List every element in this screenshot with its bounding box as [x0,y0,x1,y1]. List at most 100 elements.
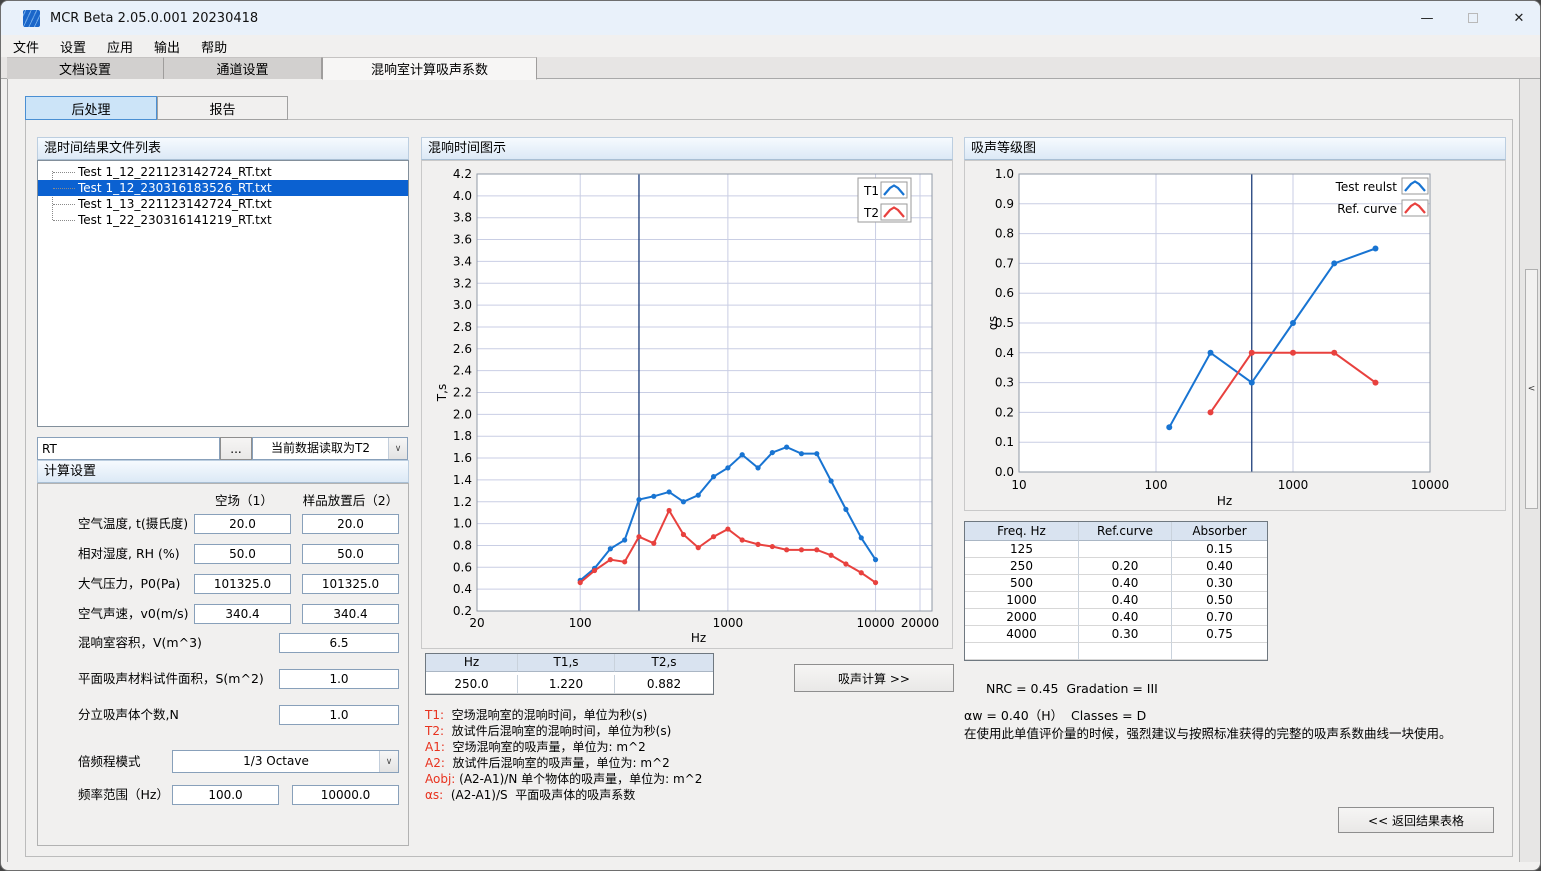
rt-file-list[interactable]: Test 1_12_221123142724_RT.txtTest 1_12_2… [37,160,409,427]
pressure-2-field[interactable] [302,574,399,594]
tab-混响室计算吸声系数[interactable]: 混响室计算吸声系数 [322,57,537,80]
table-row[interactable]: 20000.400.70 [965,609,1267,626]
grade-table[interactable]: Freq. HzRef.curveAbsorber1250.152500.200… [964,521,1268,661]
room-volume-field[interactable] [279,633,399,653]
column-header-Hz[interactable]: Hz [426,654,518,672]
column-header-Absorber[interactable]: Absorber [1172,522,1267,541]
svg-text:10: 10 [1011,478,1026,492]
table-row[interactable]: 10000.400.50 [965,592,1267,609]
sound-speed-2-field[interactable] [302,604,399,624]
svg-text:1000: 1000 [1278,478,1309,492]
collapse-panel-toggle[interactable]: < [1525,269,1538,509]
rt-name-input[interactable] [37,437,220,460]
table-cell: 125 [965,541,1079,558]
table-row[interactable]: 250.01.2200.882 [426,675,713,694]
air-temp-1-field[interactable] [194,514,291,534]
aw-result-text: αw = 0.40（H） Classes = D [964,705,1146,724]
svg-text:0.6: 0.6 [453,560,472,574]
note-text: 空场混响室的吸声量，单位为: m^2 [445,740,646,754]
column-header-T2,s[interactable]: T2,s [615,654,713,672]
note-key: T2: [425,724,444,738]
tab-通道设置[interactable]: 通道设置 [164,57,322,79]
chevron-down-icon[interactable]: ∨ [379,751,398,772]
pressure-label: 大气压力，P0(Pa) [78,576,180,592]
svg-text:Test reulst: Test reulst [1335,180,1398,194]
humidity-1-field[interactable] [194,544,291,564]
table-cell: 4000 [965,626,1079,643]
table-row[interactable]: 2500.200.40 [965,558,1267,575]
sound-speed-1-field[interactable] [194,604,291,624]
close-icon[interactable]: ✕ [1496,1,1541,35]
sample-area-field[interactable] [279,669,399,689]
table-cell: 0.70 [1172,609,1267,626]
svg-text:Hz: Hz [1217,494,1232,508]
air-temp-2-field[interactable] [302,514,399,534]
svg-text:αs: αs [986,316,1000,330]
subtab-报告[interactable]: 报告 [157,96,288,120]
svg-text:3.8: 3.8 [453,211,472,225]
title-bar: MCR Beta 2.05.0.001 20230418 — ✕ [1,1,1541,35]
table-row[interactable]: 40000.300.75 [965,626,1267,643]
note-line: αs: (A2-A1)/S 平面吸声体的吸声系数 [425,787,702,803]
freq-min-field[interactable] [172,785,279,805]
subtab-后处理[interactable]: 后处理 [25,96,157,120]
table-header-row: Freq. HzRef.curveAbsorber [965,522,1267,541]
menu-item-设置[interactable]: 设置 [51,35,95,58]
svg-text:0.0: 0.0 [995,465,1014,479]
tab-文档设置[interactable]: 文档设置 [7,57,164,79]
table-row[interactable]: 5000.400.30 [965,575,1267,592]
svg-text:0.2: 0.2 [995,405,1014,419]
svg-text:0.7: 0.7 [995,256,1014,270]
note-text: (A2-A1)/S 平面吸声体的吸声系数 [443,788,635,802]
note-text: (A2-A1)/N 单个物体的吸声量，单位为: m^2 [455,772,702,786]
sample-area-label: 平面吸声材料试件面积，S(m^2) [78,671,264,687]
absorption-calc-button[interactable]: 吸声计算 >> [794,664,954,692]
list-item[interactable]: Test 1_12_221123142724_RT.txt [38,164,408,180]
svg-text:1.0: 1.0 [995,167,1014,181]
svg-text:0.8: 0.8 [453,538,472,552]
svg-text:0.3: 0.3 [995,376,1014,390]
rt-value-table[interactable]: HzT1,sT2,s 250.01.2200.882 [425,653,714,695]
table-row[interactable]: 1250.15 [965,541,1267,558]
table-cell: 1.220 [518,675,615,694]
maximize-icon[interactable] [1450,1,1496,35]
table-cell: 0.30 [1172,575,1267,592]
chevron-down-icon[interactable]: ∨ [388,438,407,459]
svg-text:4.0: 4.0 [453,189,472,203]
table-cell: 250.0 [426,675,518,694]
advice-text: 在使用此单值评价量的时候，强烈建议与按照标准获得的完整的吸声系数曲线一块使用。 [964,723,1452,742]
svg-text:2.6: 2.6 [453,342,472,356]
window-controls: — ✕ [1404,1,1541,35]
humidity-2-field[interactable] [302,544,399,564]
browse-button[interactable]: ... [220,437,252,460]
data-read-combobox[interactable]: 当前数据读取为T2 ∨ [252,437,408,460]
freq-max-field[interactable] [292,785,399,805]
menu-item-帮助[interactable]: 帮助 [192,35,236,58]
menu-item-输出[interactable]: 输出 [145,35,189,58]
octave-mode-combobox[interactable]: 1/3 Octave ∨ [172,750,399,773]
note-line: T1: 空场混响室的混响时间，单位为秒(s) [425,707,702,723]
svg-text:T,s: T,s [435,384,449,402]
table-row-empty[interactable] [965,643,1267,660]
menu-item-文件[interactable]: 文件 [4,35,48,58]
table-cell: 0.75 [1172,626,1267,643]
minimize-icon[interactable]: — [1404,1,1450,35]
absorber-count-field[interactable] [279,705,399,725]
svg-text:10000: 10000 [1411,478,1449,492]
svg-text:T2: T2 [863,206,879,220]
column-header-T1,s[interactable]: T1,s [518,654,615,672]
note-line: T2: 放试件后混响室的混响时间，单位为秒(s) [425,723,702,739]
back-to-results-button[interactable]: << 返回结果表格 [1338,807,1494,833]
pressure-1-field[interactable] [194,574,291,594]
column-header-Freq. Hz[interactable]: Freq. Hz [965,522,1079,541]
list-item[interactable]: Test 1_22_230316141219_RT.txt [38,212,408,228]
list-item[interactable]: Test 1_13_221123142724_RT.txt [38,196,408,212]
svg-text:0.4: 0.4 [453,582,472,596]
svg-text:1.0: 1.0 [453,517,472,531]
table-cell: 0.882 [615,675,713,694]
note-key: Aobj: [425,772,455,786]
column-header-Ref.curve[interactable]: Ref.curve [1079,522,1172,541]
list-item[interactable]: Test 1_12_230316183526_RT.txt [38,180,408,196]
note-text: 放试件后混响室的混响时间，单位为秒(s) [444,724,671,738]
menu-item-应用[interactable]: 应用 [98,35,142,58]
